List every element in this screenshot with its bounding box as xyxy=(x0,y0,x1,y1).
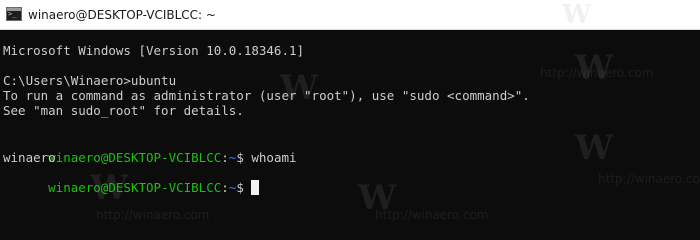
command-prompt-line: C:\Users\Winaero>ubuntu xyxy=(3,73,177,88)
prompt-separator: : xyxy=(221,180,229,195)
terminal-window: winaero@DESKTOP-VCIBLCC: ~ W W W http://… xyxy=(0,0,700,223)
sudo-info-line: See "man sudo_root" for details. xyxy=(3,103,244,118)
title-bar[interactable]: winaero@DESKTOP-VCIBLCC: ~ W xyxy=(0,0,700,30)
prompt-command: $ whoami xyxy=(236,150,297,165)
watermark-text: http://winaero.com xyxy=(598,172,700,186)
watermark-letter: W xyxy=(562,0,592,30)
text-cursor[interactable] xyxy=(251,180,260,195)
sudo-info-line: To run a command as administrator (user … xyxy=(3,88,530,103)
terminal-icon[interactable] xyxy=(6,7,22,21)
watermark-text: http://winaero.com xyxy=(96,208,210,222)
prompt-symbol: $ xyxy=(236,180,252,195)
window-title: winaero@DESKTOP-VCIBLCC: ~ xyxy=(28,8,216,22)
command-output-line: winaero xyxy=(3,150,56,165)
version-line: Microsoft Windows [Version 10.0.18346.1] xyxy=(3,43,305,58)
prompt-separator: : xyxy=(221,150,229,165)
prompt-line: winaero@DESKTOP-VCIBLCC:~$ whoami xyxy=(3,135,296,165)
watermark-text: http://winaero.com xyxy=(540,66,654,80)
prompt-user-host: winaero@DESKTOP-VCIBLCC xyxy=(48,150,222,165)
watermark-text: http://winaero.com xyxy=(375,208,489,222)
watermark-letter: W xyxy=(575,128,614,168)
active-prompt-line[interactable]: winaero@DESKTOP-VCIBLCC:~$ xyxy=(3,165,260,195)
console-area[interactable]: W W http://winaero.com W http://winaero.… xyxy=(0,31,700,223)
prompt-user-host: winaero@DESKTOP-VCIBLCC xyxy=(48,180,222,195)
